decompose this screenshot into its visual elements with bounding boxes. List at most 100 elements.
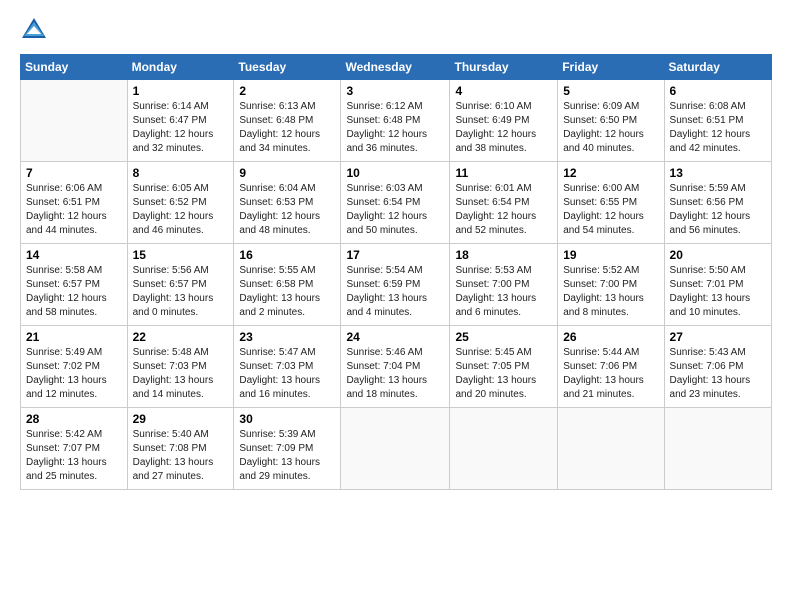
calendar-cell: 13 Sunrise: 5:59 AMSunset: 6:56 PMDayligh… bbox=[664, 162, 771, 244]
day-header-tuesday: Tuesday bbox=[234, 55, 341, 80]
calendar-cell: 28 Sunrise: 5:42 AMSunset: 7:07 PMDayligh… bbox=[21, 408, 128, 490]
day-number: 14 bbox=[26, 248, 122, 262]
day-number: 26 bbox=[563, 330, 658, 344]
day-number: 5 bbox=[563, 84, 658, 98]
days-header-row: SundayMondayTuesdayWednesdayThursdayFrid… bbox=[21, 55, 772, 80]
calendar-cell: 1 Sunrise: 6:14 AMSunset: 6:47 PMDaylight… bbox=[127, 80, 234, 162]
day-info: Sunrise: 5:42 AMSunset: 7:07 PMDaylight:… bbox=[26, 428, 122, 484]
day-number: 18 bbox=[455, 248, 552, 262]
day-info: Sunrise: 5:40 AMSunset: 7:08 PMDaylight:… bbox=[133, 428, 229, 484]
day-info: Sunrise: 6:14 AMSunset: 6:47 PMDaylight:… bbox=[133, 100, 229, 156]
day-number: 12 bbox=[563, 166, 658, 180]
day-number: 11 bbox=[455, 166, 552, 180]
day-info: Sunrise: 5:48 AMSunset: 7:03 PMDaylight:… bbox=[133, 346, 229, 402]
day-info: Sunrise: 6:12 AMSunset: 6:48 PMDaylight:… bbox=[346, 100, 444, 156]
day-info: Sunrise: 6:09 AMSunset: 6:50 PMDaylight:… bbox=[563, 100, 658, 156]
day-info: Sunrise: 5:45 AMSunset: 7:05 PMDaylight:… bbox=[455, 346, 552, 402]
day-info: Sunrise: 6:05 AMSunset: 6:52 PMDaylight:… bbox=[133, 182, 229, 238]
calendar-cell: 10 Sunrise: 6:03 AMSunset: 6:54 PMDayligh… bbox=[341, 162, 450, 244]
calendar-cell: 8 Sunrise: 6:05 AMSunset: 6:52 PMDaylight… bbox=[127, 162, 234, 244]
day-info: Sunrise: 6:08 AMSunset: 6:51 PMDaylight:… bbox=[670, 100, 766, 156]
day-number: 21 bbox=[26, 330, 122, 344]
calendar-cell: 30 Sunrise: 5:39 AMSunset: 7:09 PMDayligh… bbox=[234, 408, 341, 490]
calendar-cell bbox=[450, 408, 558, 490]
main-container: SundayMondayTuesdayWednesdayThursdayFrid… bbox=[0, 0, 792, 500]
day-number: 30 bbox=[239, 412, 335, 426]
week-row-5: 28 Sunrise: 5:42 AMSunset: 7:07 PMDayligh… bbox=[21, 408, 772, 490]
day-number: 10 bbox=[346, 166, 444, 180]
calendar-cell: 23 Sunrise: 5:47 AMSunset: 7:03 PMDayligh… bbox=[234, 326, 341, 408]
calendar-cell: 18 Sunrise: 5:53 AMSunset: 7:00 PMDayligh… bbox=[450, 244, 558, 326]
day-number: 29 bbox=[133, 412, 229, 426]
calendar-cell: 19 Sunrise: 5:52 AMSunset: 7:00 PMDayligh… bbox=[558, 244, 664, 326]
day-number: 25 bbox=[455, 330, 552, 344]
calendar-cell: 14 Sunrise: 5:58 AMSunset: 6:57 PMDayligh… bbox=[21, 244, 128, 326]
day-info: Sunrise: 6:10 AMSunset: 6:49 PMDaylight:… bbox=[455, 100, 552, 156]
day-number: 3 bbox=[346, 84, 444, 98]
day-info: Sunrise: 5:49 AMSunset: 7:02 PMDaylight:… bbox=[26, 346, 122, 402]
calendar-cell: 2Sunrise: 6:13 AMSunset: 6:48 PMDaylight… bbox=[234, 80, 341, 162]
calendar-cell bbox=[21, 80, 128, 162]
day-info: Sunrise: 5:43 AMSunset: 7:06 PMDaylight:… bbox=[670, 346, 766, 402]
logo bbox=[20, 16, 52, 44]
logo-icon bbox=[20, 16, 48, 44]
calendar-cell: 17Sunrise: 5:54 AMSunset: 6:59 PMDayligh… bbox=[341, 244, 450, 326]
day-header-wednesday: Wednesday bbox=[341, 55, 450, 80]
calendar-cell: 22 Sunrise: 5:48 AMSunset: 7:03 PMDayligh… bbox=[127, 326, 234, 408]
day-number: 28 bbox=[26, 412, 122, 426]
day-info: Sunrise: 5:59 AMSunset: 6:56 PMDaylight:… bbox=[670, 182, 766, 238]
day-number: 1 bbox=[133, 84, 229, 98]
day-info: Sunrise: 5:39 AMSunset: 7:09 PMDaylight:… bbox=[239, 428, 335, 484]
calendar-header: SundayMondayTuesdayWednesdayThursdayFrid… bbox=[21, 55, 772, 80]
day-number: 20 bbox=[670, 248, 766, 262]
day-number: 23 bbox=[239, 330, 335, 344]
calendar-cell: 5 Sunrise: 6:09 AMSunset: 6:50 PMDaylight… bbox=[558, 80, 664, 162]
day-info: Sunrise: 5:47 AMSunset: 7:03 PMDaylight:… bbox=[239, 346, 335, 402]
day-number: 9 bbox=[239, 166, 335, 180]
day-info: Sunrise: 6:13 AMSunset: 6:48 PMDaylight:… bbox=[239, 100, 335, 156]
day-number: 16 bbox=[239, 248, 335, 262]
header bbox=[20, 16, 772, 44]
calendar-cell: 6 Sunrise: 6:08 AMSunset: 6:51 PMDaylight… bbox=[664, 80, 771, 162]
day-number: 15 bbox=[133, 248, 229, 262]
day-info: Sunrise: 5:52 AMSunset: 7:00 PMDaylight:… bbox=[563, 264, 658, 320]
week-row-2: 7 Sunrise: 6:06 AMSunset: 6:51 PMDaylight… bbox=[21, 162, 772, 244]
day-header-saturday: Saturday bbox=[664, 55, 771, 80]
calendar-cell: 21 Sunrise: 5:49 AMSunset: 7:02 PMDayligh… bbox=[21, 326, 128, 408]
day-number: 24 bbox=[346, 330, 444, 344]
day-info: Sunrise: 5:53 AMSunset: 7:00 PMDaylight:… bbox=[455, 264, 552, 320]
calendar-cell: 11Sunrise: 6:01 AMSunset: 6:54 PMDayligh… bbox=[450, 162, 558, 244]
calendar-cell: 3 Sunrise: 6:12 AMSunset: 6:48 PMDaylight… bbox=[341, 80, 450, 162]
week-row-1: 1 Sunrise: 6:14 AMSunset: 6:47 PMDaylight… bbox=[21, 80, 772, 162]
day-info: Sunrise: 5:56 AMSunset: 6:57 PMDaylight:… bbox=[133, 264, 229, 320]
day-info: Sunrise: 5:58 AMSunset: 6:57 PMDaylight:… bbox=[26, 264, 122, 320]
day-info: Sunrise: 5:55 AMSunset: 6:58 PMDaylight:… bbox=[239, 264, 335, 320]
calendar-cell: 24Sunrise: 5:46 AMSunset: 7:04 PMDayligh… bbox=[341, 326, 450, 408]
day-number: 4 bbox=[455, 84, 552, 98]
day-header-monday: Monday bbox=[127, 55, 234, 80]
calendar-cell: 12Sunrise: 6:00 AMSunset: 6:55 PMDayligh… bbox=[558, 162, 664, 244]
calendar-cell: 16 Sunrise: 5:55 AMSunset: 6:58 PMDayligh… bbox=[234, 244, 341, 326]
calendar-cell: 25 Sunrise: 5:45 AMSunset: 7:05 PMDayligh… bbox=[450, 326, 558, 408]
day-info: Sunrise: 6:06 AMSunset: 6:51 PMDaylight:… bbox=[26, 182, 122, 238]
day-header-thursday: Thursday bbox=[450, 55, 558, 80]
day-number: 22 bbox=[133, 330, 229, 344]
day-number: 8 bbox=[133, 166, 229, 180]
calendar-cell: 20Sunrise: 5:50 AMSunset: 7:01 PMDayligh… bbox=[664, 244, 771, 326]
calendar-cell bbox=[558, 408, 664, 490]
day-info: Sunrise: 5:44 AMSunset: 7:06 PMDaylight:… bbox=[563, 346, 658, 402]
day-number: 6 bbox=[670, 84, 766, 98]
calendar-cell bbox=[341, 408, 450, 490]
calendar-cell: 15 Sunrise: 5:56 AMSunset: 6:57 PMDayligh… bbox=[127, 244, 234, 326]
day-info: Sunrise: 6:03 AMSunset: 6:54 PMDaylight:… bbox=[346, 182, 444, 238]
week-row-3: 14 Sunrise: 5:58 AMSunset: 6:57 PMDayligh… bbox=[21, 244, 772, 326]
day-number: 17 bbox=[346, 248, 444, 262]
day-header-sunday: Sunday bbox=[21, 55, 128, 80]
day-number: 7 bbox=[26, 166, 122, 180]
day-number: 19 bbox=[563, 248, 658, 262]
calendar-body: 1 Sunrise: 6:14 AMSunset: 6:47 PMDaylight… bbox=[21, 80, 772, 490]
day-number: 13 bbox=[670, 166, 766, 180]
calendar-cell bbox=[664, 408, 771, 490]
calendar-table: SundayMondayTuesdayWednesdayThursdayFrid… bbox=[20, 54, 772, 490]
day-info: Sunrise: 6:04 AMSunset: 6:53 PMDaylight:… bbox=[239, 182, 335, 238]
